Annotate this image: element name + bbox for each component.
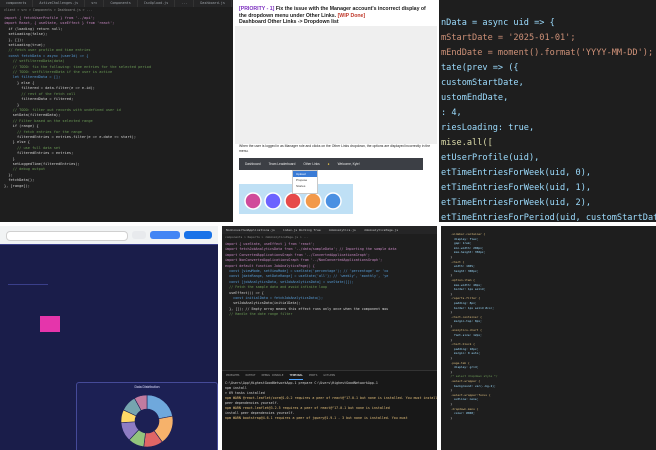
terminal-tab-bar: PROBLEMS OUTPUT DEBUG CONSOLE TERMINAL PORTS… [222,371,437,380]
code-area[interactable]: import { useState, useEffect } from 'rea… [222,240,437,318]
editor-tab[interactable]: components [0,0,34,7]
issue-heading: [PRIORITY - 1] Fix the issue with the Ma… [239,6,433,19]
editor-tab[interactable]: src [85,0,105,7]
toolbar-button[interactable] [132,231,146,239]
editor-panel-css: .sidebar-container { display: flex; gap:… [441,226,656,450]
editor-tab[interactable]: Components [104,0,138,7]
code-line: etTimeEntriesForWeek(uid, 1), [441,183,592,193]
zoomed-code-panel: nData = async uid => { mStartDate = '2025… [439,0,656,222]
terminal-line: npm WARN bootstrap@4.6.1 requires a peer… [225,416,408,420]
code-line: : 4, [441,108,462,118]
chart-card: Data Distribution [76,382,218,450]
code-area[interactable]: import { fetchUserProfile } from '../api… [0,14,233,189]
editor-tab[interactable]: index.js Working Tree [279,226,325,234]
terminal-tab[interactable]: GITLENS [323,371,335,380]
code-line: }, [range]); [4,183,30,188]
terminal-output[interactable]: C:\Users\App\HighestGoodNetworkApp-1 pre… [222,380,437,422]
code-line: etTimeEntriesForPeriod(uid, customStartD… [441,213,656,222]
nav-other-links[interactable]: Other Links [303,162,319,166]
browser-chrome [0,226,218,244]
priority-tag: [PRIORITY - 1] [239,6,275,12]
address-bar[interactable] [6,231,128,241]
code-line: tate(prev => ({ [441,63,519,73]
editor-tab-bar: NonConvertedApplications.js index.js Work… [222,226,437,234]
issue-body: When the user is logged in as Manager ro… [239,144,431,153]
editor-tab-bar: components ActiveChallenges.js src Componen… [0,0,233,7]
terminal-tab[interactable]: TERMINAL [289,371,303,380]
issue-document-panel: [PRIORITY - 1] Fix the issue with the Ma… [235,0,437,222]
terminal-panel[interactable]: PROBLEMS OUTPUT DEBUG CONSOLE TERMINAL PORTS… [222,370,437,450]
code-area[interactable]: nData = async uid => { mStartDate = '2025… [439,0,656,222]
code-area[interactable]: .sidebar-container { display: flex; gap:… [441,226,656,420]
editor-tab[interactable]: JobAnalyticsPage.js [360,226,402,234]
breadcrumb: client > src > Components > Dashboard.js… [0,7,233,14]
nav-welcome[interactable]: Welcome, Kyle! [338,162,360,166]
nav-dashboard[interactable]: Dashboard [245,162,261,166]
code-line: etTimeEntriesForWeek(uid, 2), [441,198,592,208]
pink-marker [40,316,60,332]
wip-tag: [WIP Done] [337,12,366,19]
editor-panel-analytics: NonConvertedApplications.js index.js Work… [222,226,437,450]
other-links-dropdown[interactable]: Upload Propose Stories [292,170,318,194]
dropdown-item-stories[interactable]: Stories [293,183,317,189]
app-navbar: Dashboard Team Leaderboard Other Links ●… [239,158,423,170]
app-page: Data Distribution [0,244,218,450]
browser-action-button[interactable] [184,231,212,239]
code-line: } [447,415,453,420]
code-line: riesLoading: true, [441,123,535,133]
code-line: mEndDate = moment().format('YYYY-MM-DD')… [441,48,654,58]
code-line: mise.all([ [441,138,493,148]
editor-panel-dashboard: components ActiveChallenges.js src Componen… [0,0,233,222]
editor-tab[interactable]: ActiveChallenges.js [33,0,86,7]
browser-panel: Data Distribution [0,226,218,450]
code-line: etTimeEntriesForWeek(uid, 0), [441,168,592,178]
editor-tab[interactable]: JobAnalytics.js [325,226,360,234]
browser-action-button[interactable] [150,231,180,239]
blank-region [235,26,437,144]
editor-tab[interactable]: CsvUpload.js [138,0,176,7]
code-line: customStartDate, [441,78,524,88]
editor-tab[interactable]: Dashboard.js [194,0,232,7]
code-line: ustomEndDate, [441,93,509,103]
code-line: // Handle the date range filter [225,312,293,317]
terminal-tab[interactable]: PROBLEMS [226,371,239,380]
terminal-tab[interactable]: OUTPUT [245,371,255,380]
code-line: etUserProfile(uid), [441,153,540,163]
code-line: nData = async uid => { [441,18,555,28]
editor-tab[interactable]: NonConvertedApplications.js [222,226,279,234]
nav-leaderboard[interactable]: Team Leaderboard [269,162,296,166]
code-line: mStartDate = '2025-01-01'; [441,33,576,43]
issue-subheading: Dashboard Other Links -> Dropdown list [239,19,339,26]
terminal-tab[interactable]: PORTS [309,371,317,380]
notification-icon[interactable]: ● [328,162,330,166]
terminal-tab[interactable]: DEBUG CONSOLE [262,371,284,380]
donut-slice-A[interactable] [146,394,173,420]
editor-tab[interactable]: ... [175,0,195,7]
donut-chart [120,394,174,448]
